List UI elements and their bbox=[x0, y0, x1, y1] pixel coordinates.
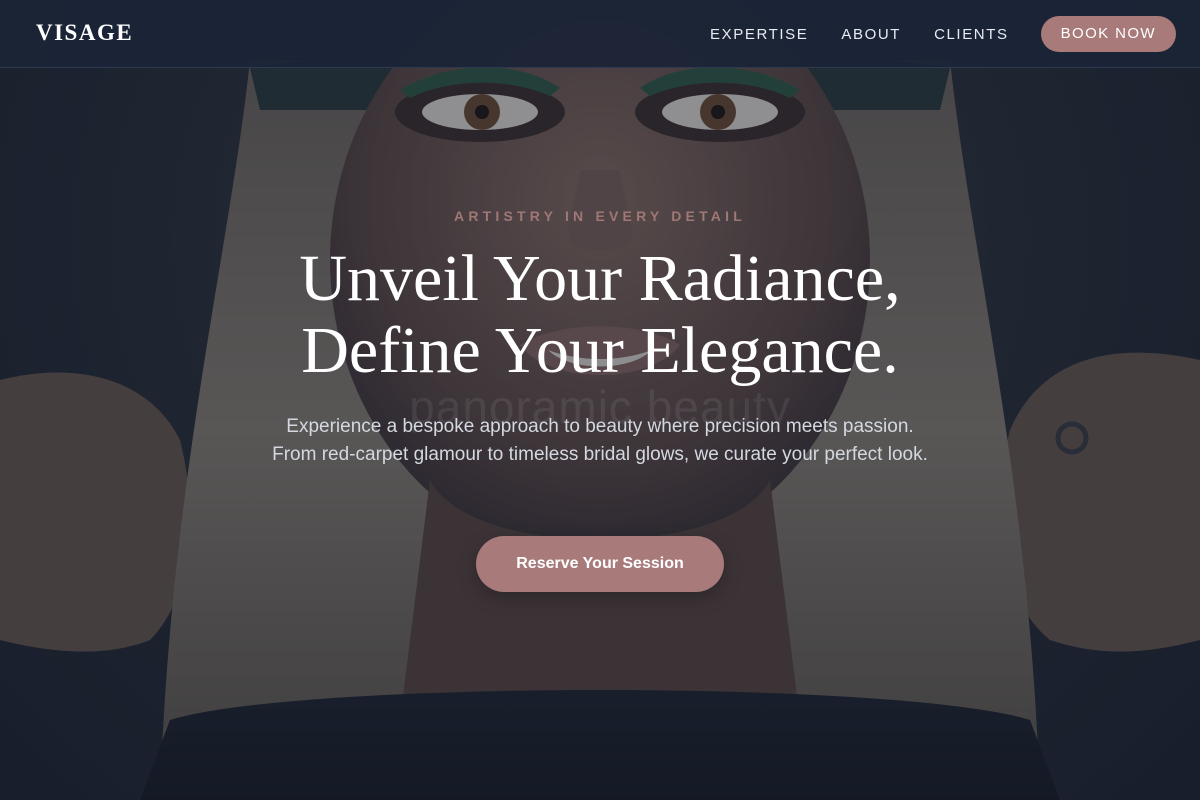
main-nav: EXPERTISE ABOUT CLIENTS BOOK NOW bbox=[710, 16, 1176, 52]
brand-logo[interactable]: VISAGE bbox=[36, 20, 133, 46]
hero-section: ARTISTRY IN EVERY DETAIL Unveil Your Rad… bbox=[0, 0, 1200, 800]
nav-link-expertise[interactable]: EXPERTISE bbox=[710, 26, 808, 43]
hero-eyebrow: ARTISTRY IN EVERY DETAIL bbox=[454, 208, 746, 224]
hero-headline: Unveil Your Radiance, Define Your Elegan… bbox=[0, 243, 1200, 387]
reserve-session-button[interactable]: Reserve Your Session bbox=[476, 536, 724, 592]
nav-link-clients[interactable]: CLIENTS bbox=[934, 26, 1009, 43]
hero-headline-line-2: Define Your Elegance. bbox=[301, 314, 899, 387]
nav-link-about[interactable]: ABOUT bbox=[841, 26, 901, 43]
hero-description: Experience a bespoke approach to beauty … bbox=[272, 416, 928, 465]
top-navbar: VISAGE EXPERTISE ABOUT CLIENTS BOOK NOW bbox=[0, 0, 1200, 68]
hero-headline-line-1: Unveil Your Radiance, bbox=[299, 242, 901, 315]
landing-page: VISAGE EXPERTISE ABOUT CLIENTS BOOK NOW … bbox=[0, 0, 1200, 800]
book-now-button[interactable]: BOOK NOW bbox=[1040, 16, 1176, 52]
